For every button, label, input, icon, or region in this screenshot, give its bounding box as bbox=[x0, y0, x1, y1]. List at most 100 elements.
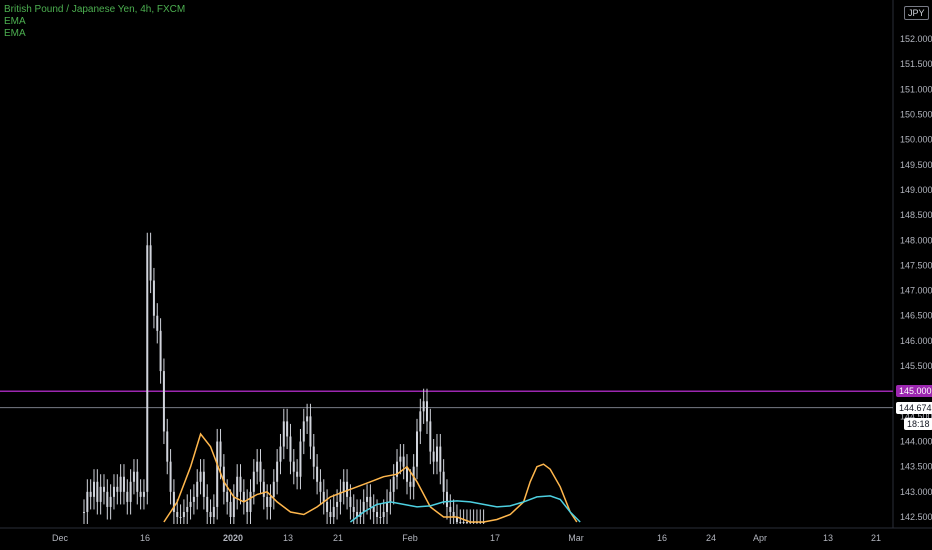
candle-body bbox=[439, 446, 442, 472]
candle-body bbox=[399, 456, 402, 462]
countdown-label: 18:18 bbox=[904, 418, 932, 430]
candle-body bbox=[226, 491, 229, 502]
y-tick-label: 147.500 bbox=[900, 260, 932, 270]
candle-body bbox=[192, 496, 195, 502]
candle-body bbox=[416, 431, 418, 467]
candle-body bbox=[92, 481, 95, 497]
candle-body bbox=[186, 506, 189, 512]
x-tick-label: Dec bbox=[52, 533, 69, 543]
level-price-label: 145.000 bbox=[896, 385, 932, 397]
candle-body bbox=[362, 501, 365, 512]
candle-body bbox=[272, 481, 275, 497]
currency-badge[interactable]: JPY bbox=[904, 6, 929, 20]
candle-body bbox=[239, 476, 242, 492]
candle-body bbox=[276, 461, 279, 482]
candle-body bbox=[182, 511, 185, 517]
candle-body bbox=[366, 496, 369, 502]
candle-body bbox=[262, 481, 265, 497]
candle-body bbox=[189, 501, 192, 507]
candle-body bbox=[349, 496, 352, 507]
candle-body bbox=[166, 431, 169, 462]
candle-body bbox=[83, 511, 85, 513]
candle-body bbox=[249, 491, 252, 512]
price-chart[interactable]: 142.500143.000143.500144.000144.500145.0… bbox=[0, 0, 932, 550]
last-price-label: 144.674 bbox=[896, 402, 932, 414]
chart-background bbox=[0, 0, 932, 550]
y-tick-label: 151.500 bbox=[900, 59, 932, 69]
y-tick-label: 143.500 bbox=[900, 462, 932, 472]
candle-body bbox=[139, 491, 142, 497]
candle-body bbox=[112, 486, 115, 497]
candle-body bbox=[419, 411, 422, 432]
candle-body bbox=[232, 496, 235, 517]
symbol-title[interactable]: British Pound / Japanese Yen, 4h, FXCM bbox=[4, 4, 185, 16]
candle-body bbox=[102, 486, 105, 492]
candle-body bbox=[302, 421, 305, 442]
candle-body bbox=[216, 441, 219, 507]
candle-body bbox=[252, 471, 255, 492]
candle-body bbox=[116, 486, 119, 492]
candle-body bbox=[429, 421, 432, 452]
candle-body bbox=[402, 456, 405, 467]
x-tick-label: Apr bbox=[753, 533, 767, 543]
candle-body bbox=[329, 511, 332, 517]
y-tick-label: 144.000 bbox=[900, 437, 932, 447]
ema-indicator-1[interactable]: EMA bbox=[4, 16, 185, 28]
candle-body bbox=[266, 496, 269, 507]
candle-body bbox=[312, 446, 315, 467]
candle-body bbox=[409, 481, 412, 487]
candle-body bbox=[282, 421, 285, 447]
candle-body bbox=[176, 511, 179, 517]
candle-body bbox=[289, 436, 292, 462]
candle-body bbox=[376, 511, 379, 517]
candle-body bbox=[319, 481, 322, 492]
candle-body bbox=[296, 471, 299, 477]
candle-body bbox=[292, 461, 295, 472]
y-tick-label: 149.000 bbox=[900, 185, 932, 195]
x-tick-label: 13 bbox=[823, 533, 833, 543]
candle-body bbox=[342, 481, 345, 492]
candle-body bbox=[279, 446, 282, 462]
candle-body bbox=[346, 481, 349, 497]
candle-body bbox=[202, 471, 205, 497]
candle-body bbox=[212, 506, 215, 517]
y-tick-label: 147.000 bbox=[900, 286, 932, 296]
x-tick-label: Feb bbox=[402, 533, 418, 543]
candle-body bbox=[209, 511, 212, 517]
candle-body bbox=[259, 461, 262, 482]
candle-body bbox=[389, 491, 392, 502]
candle-body bbox=[332, 506, 335, 517]
y-tick-label: 151.000 bbox=[900, 84, 932, 94]
candle-body bbox=[269, 496, 272, 507]
chart-legend: British Pound / Japanese Yen, 4h, FXCM E… bbox=[4, 4, 185, 40]
candle-body bbox=[106, 491, 109, 507]
candle-body bbox=[242, 491, 245, 502]
ema-indicator-2[interactable]: EMA bbox=[4, 28, 185, 40]
candle-body bbox=[465, 522, 468, 524]
candle-body bbox=[99, 486, 102, 502]
y-tick-label: 152.000 bbox=[900, 34, 932, 44]
candle-body bbox=[199, 471, 202, 482]
candle-body bbox=[142, 491, 145, 497]
candle-body bbox=[89, 491, 92, 497]
y-tick-label: 145.500 bbox=[900, 361, 932, 371]
candle-body bbox=[382, 511, 385, 517]
x-tick-label: 2020 bbox=[223, 533, 243, 543]
candle-body bbox=[169, 461, 172, 492]
candle-body bbox=[352, 506, 355, 512]
y-tick-label: 146.000 bbox=[900, 336, 932, 346]
candle-body bbox=[306, 416, 309, 422]
candle-body bbox=[236, 476, 239, 497]
candle-body bbox=[109, 496, 112, 507]
candle-body bbox=[435, 446, 438, 462]
candle-body bbox=[149, 245, 152, 281]
candle-body bbox=[162, 371, 165, 432]
y-tick-label: 146.500 bbox=[900, 311, 932, 321]
x-tick-label: 21 bbox=[333, 533, 343, 543]
candle-body bbox=[425, 401, 428, 422]
candle-body bbox=[326, 501, 329, 512]
candle-body bbox=[379, 517, 382, 518]
candle-body bbox=[156, 315, 159, 331]
candle-body bbox=[132, 471, 135, 482]
candle-body bbox=[152, 280, 155, 316]
